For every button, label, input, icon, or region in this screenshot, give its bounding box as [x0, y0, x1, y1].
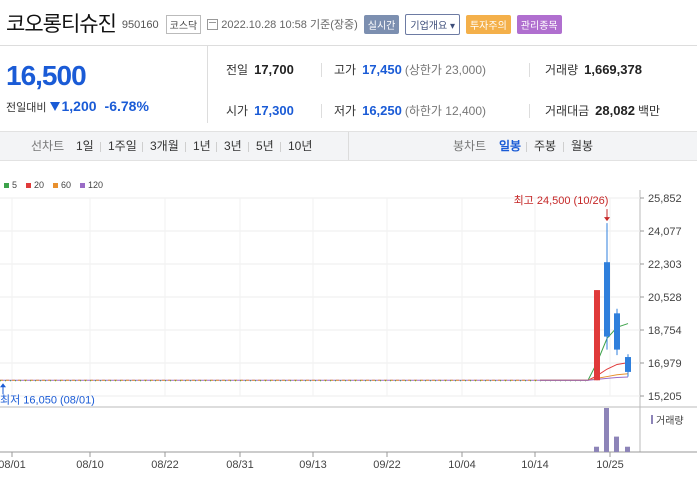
- down-triangle-icon: [50, 102, 61, 111]
- min-arrow-icon: [0, 383, 6, 388]
- calendar-icon: [207, 18, 219, 30]
- stock-header: 코오롱티슈진 950160 코스닥 2022.10.28 10:58 기준(장중…: [0, 0, 697, 45]
- x-tick-label: 08/22: [151, 459, 179, 471]
- period-1d[interactable]: 1일: [76, 132, 94, 160]
- period-5y[interactable]: 5년: [256, 132, 274, 160]
- candle-body: [594, 290, 600, 381]
- y-tick-label: 22,303: [648, 259, 682, 271]
- y-tick-label: 16,979: [648, 358, 682, 370]
- candle-body: [614, 313, 620, 350]
- y-tick-label: 18,754: [648, 325, 682, 337]
- candle-monthly[interactable]: 월봉: [571, 132, 593, 160]
- volume-bar: [614, 436, 619, 452]
- candle-weekly[interactable]: 주봉: [534, 132, 556, 160]
- candle-daily[interactable]: 일봉: [499, 132, 521, 160]
- price-chart: 5 20 60 120 25,852 24,077 22,303 20,528 18,7…: [0, 162, 697, 477]
- y-tick-label: 24,077: [648, 226, 682, 238]
- period-selector: 선차트 1일 1주일 3개월 1년 3년 5년 10년 봉차트 일봉 주봉 월봉: [0, 131, 697, 161]
- investment-warning-badge: 투자주의: [465, 14, 511, 34]
- max-price-label: 최고 24,500 (10/26): [514, 194, 609, 207]
- ma60-line: [540, 373, 629, 381]
- company-info-dropdown[interactable]: 기업개요 ▾: [405, 13, 460, 35]
- price-change: 전일대비 1,200 -6.78%: [6, 98, 149, 114]
- period-3y[interactable]: 3년: [224, 132, 242, 160]
- period-1y[interactable]: 1년: [193, 132, 211, 160]
- y-tick-label: 25,852: [648, 193, 682, 205]
- stat-volume: 거래량 1,669,378: [545, 62, 642, 77]
- change-amount: 1,200: [61, 98, 97, 114]
- managed-stock-badge: 관리종목: [516, 14, 562, 34]
- period-10y[interactable]: 10년: [288, 132, 312, 160]
- realtime-button[interactable]: 실시간: [363, 14, 400, 34]
- x-tick-label: 10/04: [448, 459, 476, 471]
- volume-bar: [604, 408, 609, 452]
- price-stats: 전일 17,700 고가 17,450 (상한가 23,000) 거래량 1,669,3…: [208, 45, 697, 123]
- stat-trade-amount: 거래대금 28,082 백만: [545, 103, 661, 118]
- x-tick-label: 10/25: [596, 459, 624, 471]
- max-arrow-icon: [604, 217, 610, 222]
- price-summary: 16,500 전일대비 1,200 -6.78%: [0, 45, 208, 123]
- change-percent: -6.78%: [104, 98, 149, 114]
- stat-low: 저가 16,250 (하한가 12,400): [334, 103, 487, 118]
- volume-label: 거래량: [656, 415, 684, 427]
- x-tick-label: 09/22: [373, 459, 401, 471]
- period-1w[interactable]: 1주일: [108, 132, 137, 160]
- x-tick-label: 08/10: [76, 459, 104, 471]
- volume-bar: [594, 446, 599, 452]
- ma120-line: [540, 376, 629, 381]
- candle-body: [604, 262, 610, 337]
- min-price-label: 최저 16,050 (08/01): [0, 393, 95, 406]
- candle-body: [625, 357, 631, 372]
- current-price: 16,500: [6, 60, 87, 91]
- x-tick-label: 08/01: [0, 459, 26, 471]
- stock-code: 950160: [121, 18, 159, 31]
- stat-high: 고가 17,450 (상한가 23,000): [334, 62, 487, 77]
- market-badge: 코스닥: [165, 14, 202, 34]
- line-chart-label: 선차트: [31, 139, 65, 153]
- period-3m[interactable]: 3개월: [150, 132, 179, 160]
- x-tick-label: 10/14: [521, 459, 549, 471]
- stock-name: 코오롱티슈진: [6, 12, 117, 36]
- candle-chart-label: 봉차트: [453, 139, 487, 153]
- x-tick-label: 09/13: [299, 459, 327, 471]
- y-tick-label: 20,528: [648, 292, 682, 304]
- volume-bar: [625, 446, 630, 452]
- y-tick-label: 15,205: [648, 391, 682, 403]
- volume-legend-swatch: [651, 415, 653, 424]
- stat-open: 시가 17,300: [226, 103, 294, 118]
- price-chart-svg: 25,852 24,077 22,303 20,528 18,754 16,979 15,2…: [0, 190, 697, 471]
- stat-prev-close: 전일 17,700: [226, 62, 294, 77]
- quote-datetime: 2022.10.28 10:58 기준(장중): [221, 19, 358, 31]
- x-tick-label: 08/31: [226, 459, 254, 471]
